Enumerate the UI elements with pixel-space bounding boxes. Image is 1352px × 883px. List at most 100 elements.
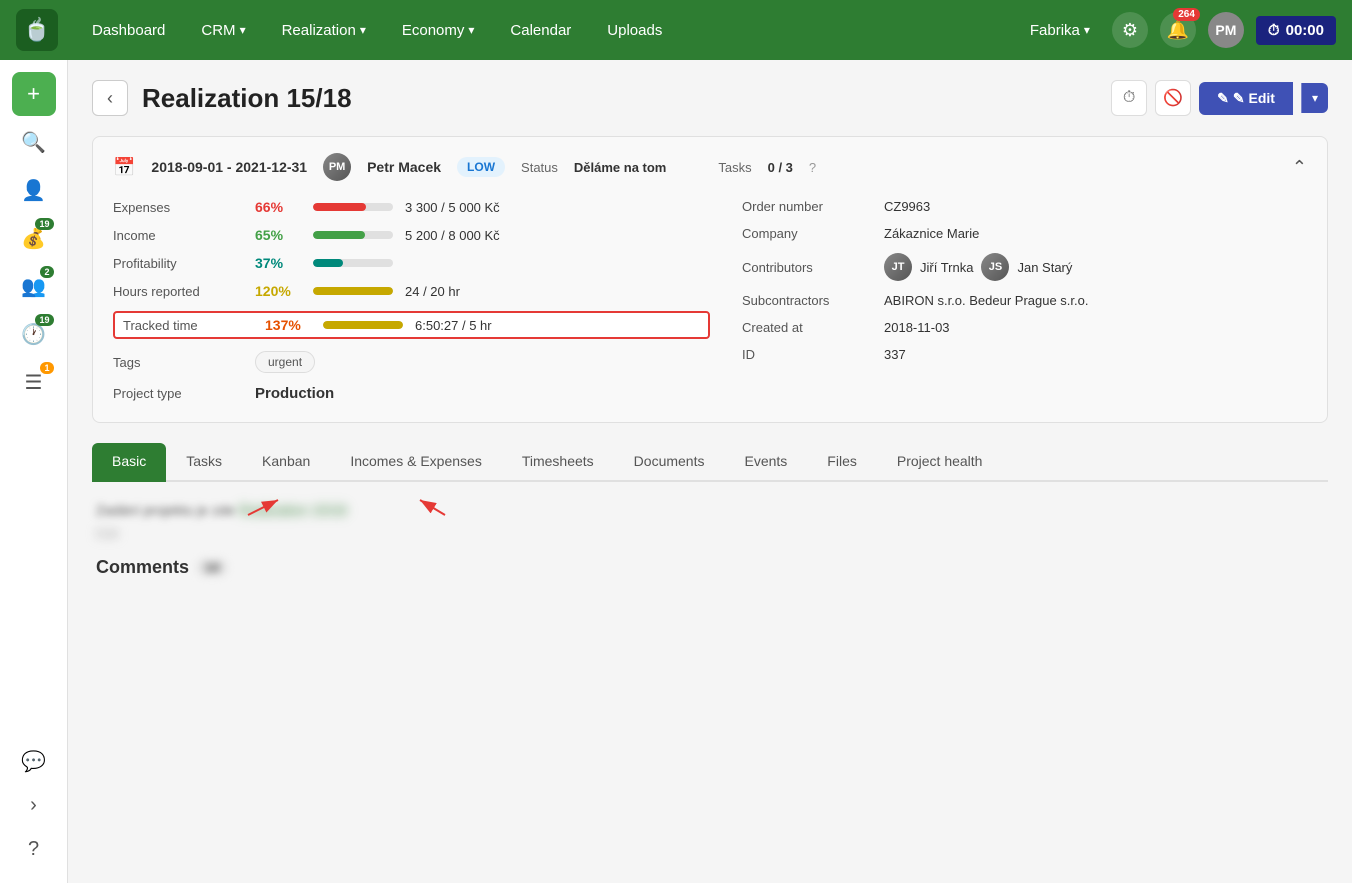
- metrics-right: Order number CZ9963 Company Zákaznice Ma…: [710, 199, 1307, 402]
- contributor-avatar-1: JT: [884, 253, 912, 281]
- notification-badge: 264: [1173, 8, 1200, 21]
- chevron-down-icon: ▾: [360, 23, 366, 37]
- sidebar-item-help[interactable]: ?: [12, 827, 56, 871]
- tab-documents[interactable]: Documents: [614, 443, 725, 482]
- tag-urgent[interactable]: urgent: [255, 351, 315, 373]
- settings-icon[interactable]: ⚙: [1112, 12, 1148, 48]
- sidebar-item-finance[interactable]: 💰 19: [12, 216, 56, 260]
- timer-icon: ⏱: [1268, 22, 1280, 39]
- project-type-value: Production: [255, 385, 334, 402]
- timer-button[interactable]: ⏱ 00:00: [1256, 16, 1336, 45]
- person-name: Petr Macek: [367, 159, 441, 175]
- tab-kanban[interactable]: Kanban: [242, 443, 330, 482]
- project-meta-row: 📅 2018-09-01 - 2021-12-31 PM Petr Macek …: [113, 153, 1307, 181]
- profitability-pct: 37%: [255, 255, 301, 271]
- profitability-row: Profitability 37%: [113, 255, 710, 271]
- tasks-help[interactable]: ?: [809, 160, 816, 175]
- metrics-grid: Expenses 66% 3 300 / 5 000 Kč Income 65%: [113, 199, 1307, 402]
- back-button[interactable]: ‹: [92, 80, 128, 116]
- id-value: 337: [884, 347, 906, 362]
- contributors-row: Contributors JT Jiří Trnka JS Jan Starý: [742, 253, 1307, 281]
- subcontractors-value: ABIRON s.r.o. Bedeur Prague s.r.o.: [884, 293, 1088, 308]
- sidebar-item-add[interactable]: +: [12, 72, 56, 116]
- income-progress: [313, 231, 393, 239]
- comments-title: Comments 10: [96, 557, 1324, 578]
- time-badge: 19: [35, 314, 53, 326]
- sidebar-item-time[interactable]: 🕐 19: [12, 312, 56, 356]
- page-header: ‹ Realization 15/18 ⏱ 🚫 ✎ ✎ Edit ▾: [92, 80, 1328, 116]
- created-value: 2018-11-03: [884, 320, 950, 335]
- sidebar-item-search[interactable]: 🔍: [12, 120, 56, 164]
- person-avatar: PM: [323, 153, 351, 181]
- expenses-value: 3 300 / 5 000 Kč: [405, 200, 500, 215]
- id-label: ID: [742, 347, 872, 362]
- hours-value: 24 / 20 hr: [405, 284, 460, 299]
- subcontractors-label: Subcontractors: [742, 293, 872, 308]
- tracked-time-row: Tracked time 137% 6:50:27 / 5 hr: [113, 311, 710, 339]
- income-row: Income 65% 5 200 / 8 000 Kč: [113, 227, 710, 243]
- order-row: Order number CZ9963: [742, 199, 1307, 214]
- company-row: Company Zákaznice Marie: [742, 226, 1307, 241]
- nav-dashboard[interactable]: Dashboard: [78, 16, 179, 45]
- contributor-2-name: Jan Starý: [1017, 260, 1072, 275]
- logo[interactable]: 🍵: [16, 9, 58, 51]
- tab-tasks[interactable]: Tasks: [166, 443, 242, 482]
- main-content: ‹ Realization 15/18 ⏱ 🚫 ✎ ✎ Edit ▾ 📅 201…: [68, 60, 1352, 883]
- tab-incomes-expenses[interactable]: Incomes & Expenses: [330, 443, 502, 482]
- tab-timesheets[interactable]: Timesheets: [502, 443, 614, 482]
- edit-icon: ✎: [1217, 90, 1229, 107]
- hours-label: Hours reported: [113, 284, 243, 299]
- nav-uploads[interactable]: Uploads: [593, 16, 676, 45]
- status-value: Děláme na tom: [574, 160, 666, 175]
- expenses-label: Expenses: [113, 200, 243, 215]
- created-row: Created at 2018-11-03: [742, 320, 1307, 335]
- sidebar-item-expand[interactable]: ›: [12, 783, 56, 827]
- tracked-value: 6:50:27 / 5 hr: [415, 318, 492, 333]
- tracked-progress: [323, 321, 403, 329]
- basic-content: Zadání projektu je zde Realization 15/18…: [92, 502, 1328, 578]
- tab-files[interactable]: Files: [807, 443, 877, 482]
- tab-basic[interactable]: Basic: [92, 443, 166, 482]
- expenses-row: Expenses 66% 3 300 / 5 000 Kč: [113, 199, 710, 215]
- sidebar-item-user[interactable]: 👤: [12, 168, 56, 212]
- nav-crm[interactable]: CRM ▾: [187, 16, 259, 45]
- page-title: Realization 15/18: [142, 83, 1111, 114]
- nav-realization[interactable]: Realization ▾: [268, 16, 380, 45]
- company-selector[interactable]: Fabrika ▾: [1020, 16, 1100, 45]
- clock-icon-button[interactable]: ⏱: [1111, 80, 1147, 116]
- income-pct: 65%: [255, 227, 301, 243]
- created-label: Created at: [742, 320, 872, 335]
- company-value: Zákaznice Marie: [884, 226, 979, 241]
- content-description: Zadání projektu je zde Realization 15/18: [96, 502, 1324, 518]
- menu-badge: 1: [40, 362, 53, 374]
- subcontractors-row: Subcontractors ABIRON s.r.o. Bedeur Prag…: [742, 293, 1307, 308]
- hours-row: Hours reported 120% 24 / 20 hr: [113, 283, 710, 299]
- sidebar-item-menu[interactable]: ☰ 1: [12, 360, 56, 404]
- hours-pct: 120%: [255, 283, 301, 299]
- contributor-1-name: Jiří Trnka: [920, 260, 973, 275]
- tracked-label: Tracked time: [123, 318, 253, 333]
- tab-events[interactable]: Events: [724, 443, 807, 482]
- tags-row: Tags urgent: [113, 351, 710, 373]
- expenses-pct: 66%: [255, 199, 301, 215]
- collapse-button[interactable]: ⌃: [1292, 157, 1307, 178]
- calendar-icon: 📅: [113, 157, 135, 178]
- team-badge: 2: [40, 266, 53, 278]
- tab-project-health[interactable]: Project health: [877, 443, 1003, 482]
- metrics-left: Expenses 66% 3 300 / 5 000 Kč Income 65%: [113, 199, 710, 402]
- expenses-progress: [313, 203, 393, 211]
- income-value: 5 200 / 8 000 Kč: [405, 228, 500, 243]
- avatar[interactable]: PM: [1208, 12, 1244, 48]
- sidebar-item-team[interactable]: 👥 2: [12, 264, 56, 308]
- content-edit-link: Edit: [96, 526, 1324, 541]
- sidebar-item-chat[interactable]: 💬: [12, 739, 56, 783]
- nav-economy[interactable]: Economy ▾: [388, 16, 489, 45]
- profitability-label: Profitability: [113, 256, 243, 271]
- id-row: ID 337: [742, 347, 1307, 362]
- nav-calendar[interactable]: Calendar: [496, 16, 585, 45]
- eye-slash-icon-button[interactable]: 🚫: [1155, 80, 1191, 116]
- edit-button[interactable]: ✎ ✎ Edit: [1199, 82, 1293, 115]
- edit-dropdown-button[interactable]: ▾: [1301, 83, 1328, 113]
- tasks-label: Tasks: [718, 160, 751, 175]
- finance-badge: 19: [35, 218, 53, 230]
